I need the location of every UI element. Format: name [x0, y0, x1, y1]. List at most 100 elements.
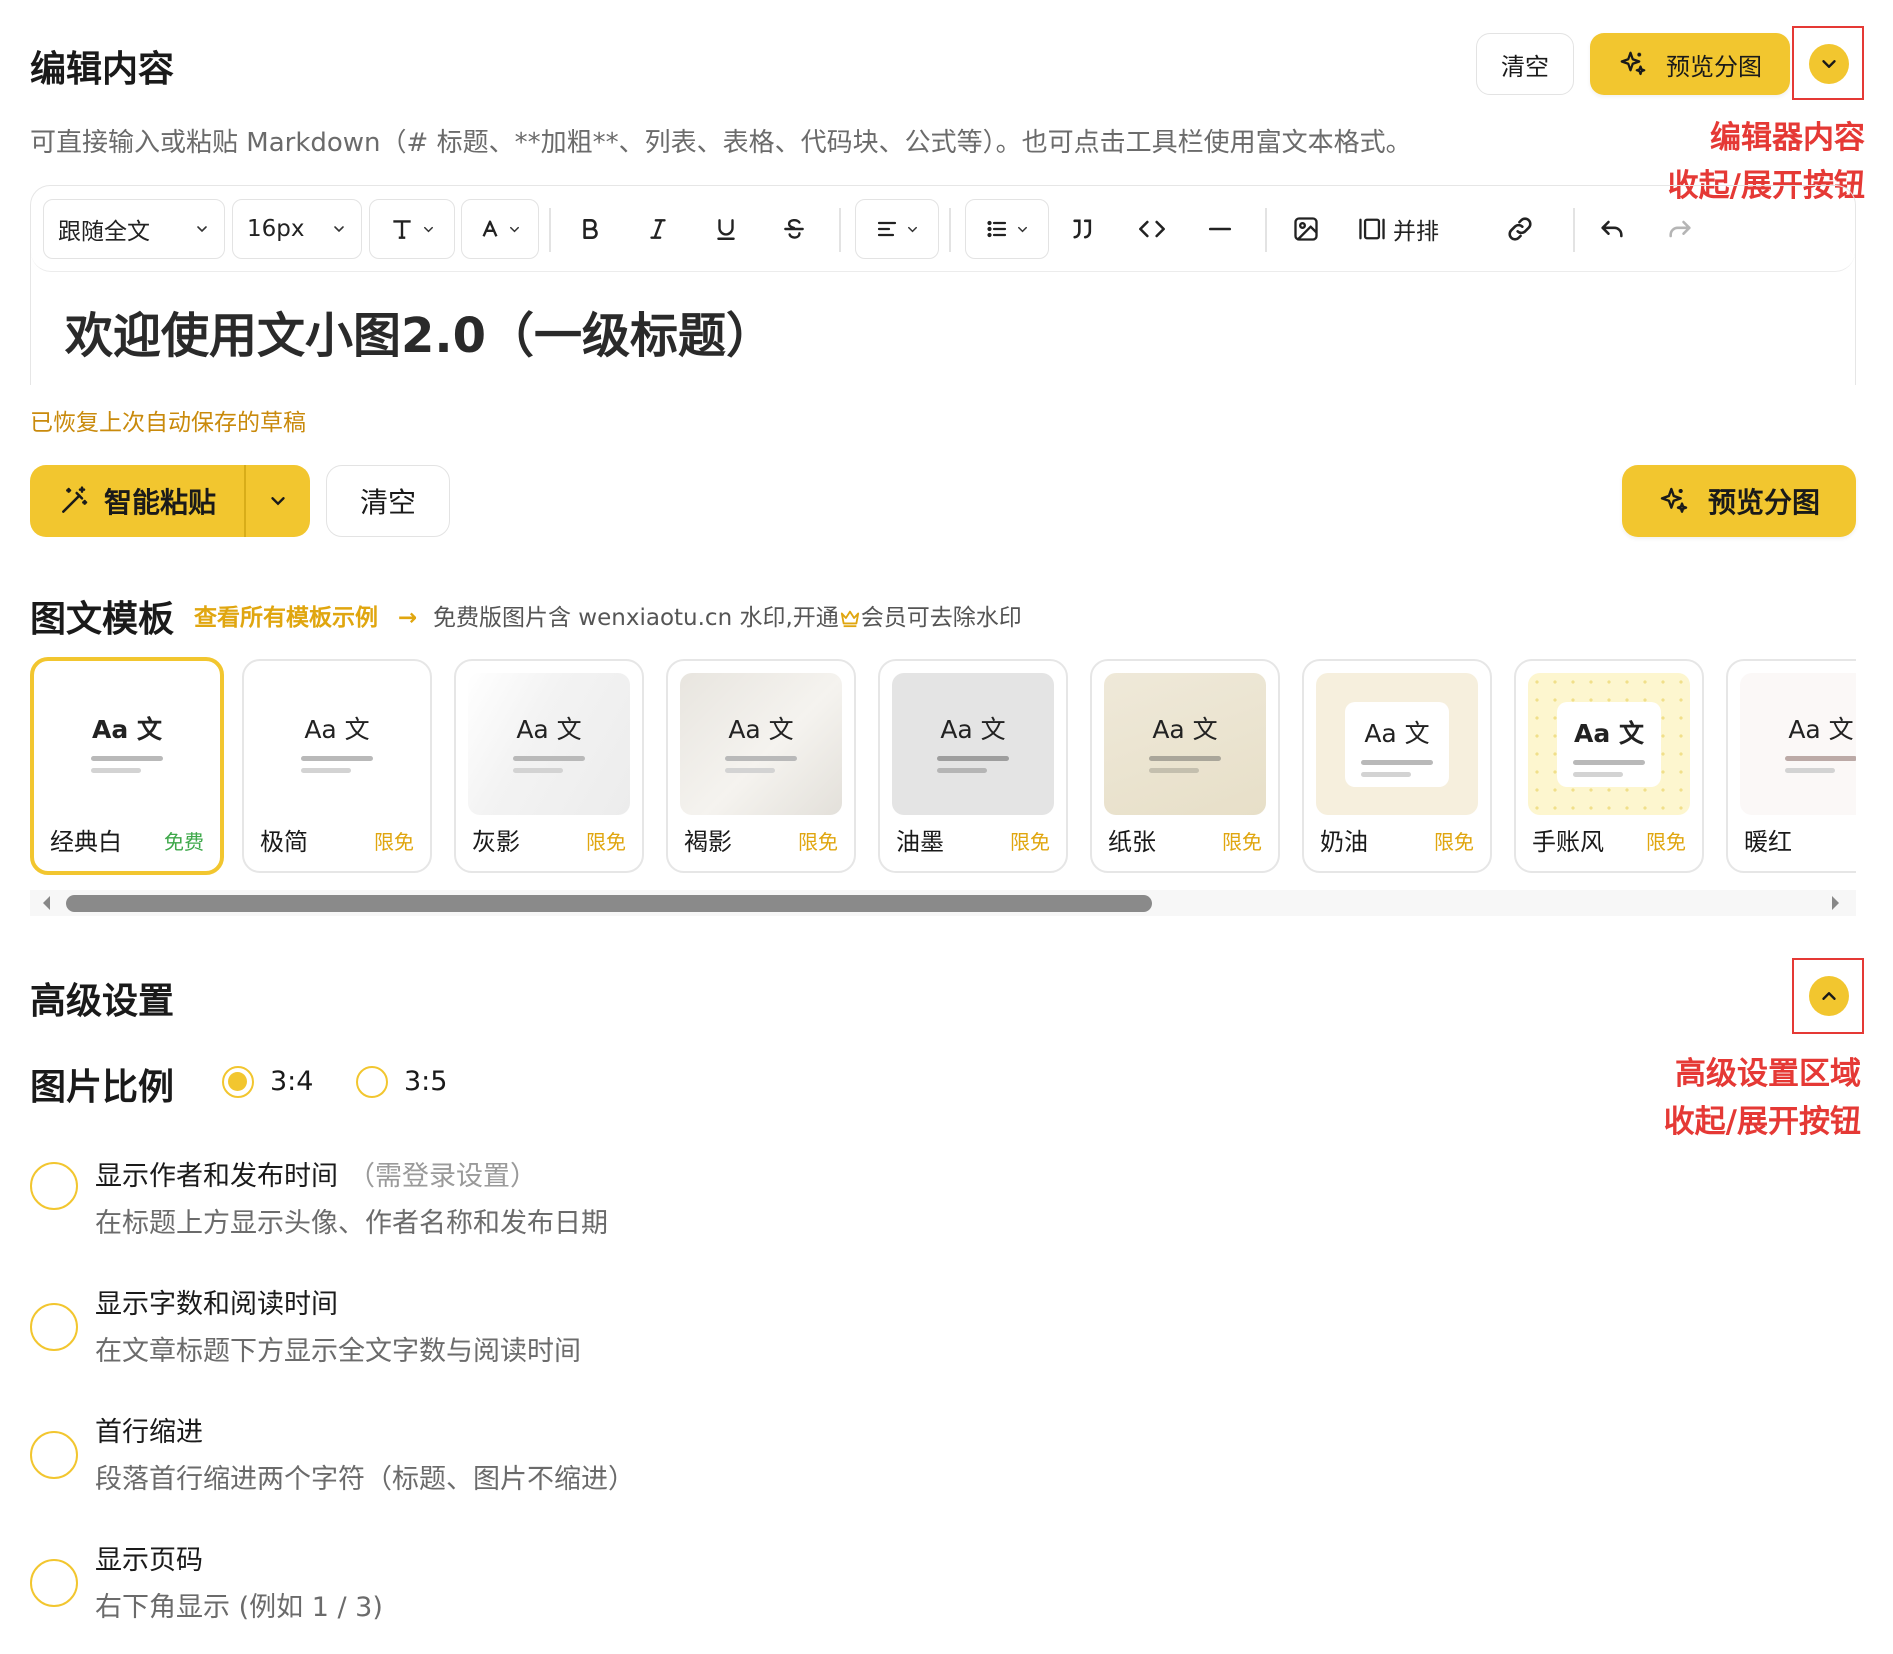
- template-card-warm-red[interactable]: Aa 文 暖红: [1726, 659, 1856, 873]
- template-thumbnail: Aa 文: [1740, 673, 1856, 815]
- template-card-paper[interactable]: Aa 文 纸张 限免: [1090, 659, 1280, 873]
- toggle-first-line-indent[interactable]: [30, 1431, 78, 1479]
- heading-icon: [389, 216, 415, 242]
- heading-select[interactable]: [369, 199, 455, 259]
- image-icon: [1292, 215, 1320, 243]
- option-description: 在标题上方显示头像、作者名称和发布日期: [95, 1208, 608, 1239]
- template-tag: 限免: [1434, 830, 1474, 854]
- template-card-ink[interactable]: Aa 文 油墨 限免: [878, 659, 1068, 873]
- font-size-value: 16px: [247, 216, 305, 242]
- ratio-option-3-4-label: 3:4: [270, 1066, 314, 1097]
- scroll-right-icon[interactable]: [1830, 894, 1842, 916]
- chevron-down-icon: [331, 221, 347, 237]
- list-select[interactable]: [965, 199, 1049, 259]
- preview-label: 预览分图: [1707, 486, 1820, 519]
- align-select[interactable]: [855, 199, 939, 259]
- template-tag: 限免: [1646, 830, 1686, 854]
- quote-button[interactable]: [1063, 208, 1105, 250]
- list-icon: [985, 217, 1009, 241]
- toggle-show-author[interactable]: [30, 1162, 78, 1210]
- watermark-note-prefix: 免费版图片含 wenxiaotu.cn 水印,开通: [433, 605, 839, 631]
- advanced-settings-title: 高级设置: [30, 981, 175, 1022]
- magic-wand-icon: [58, 485, 90, 517]
- link-icon: [1506, 215, 1534, 243]
- font-size-select[interactable]: 16px: [232, 199, 362, 259]
- redo-button[interactable]: [1659, 208, 1701, 250]
- login-required-note: （需登录设置）: [348, 1161, 537, 1192]
- code-button[interactable]: [1131, 208, 1173, 250]
- editor-content-heading[interactable]: 欢迎使用文小图2.0（一级标题）: [65, 296, 774, 366]
- template-tag: 限免: [586, 830, 626, 854]
- header-preview-label: 预览分图: [1666, 52, 1762, 81]
- view-all-templates-link[interactable]: 查看所有模板示例 →: [194, 598, 417, 632]
- italic-button[interactable]: [637, 208, 679, 250]
- thumbnail-text: Aa 文: [1152, 714, 1218, 744]
- redo-icon: [1666, 215, 1694, 243]
- thumbnail-text: Aa 文: [1788, 714, 1854, 744]
- link-button[interactable]: [1499, 208, 1541, 250]
- template-card-brown-shadow[interactable]: Aa 文 褐影 限免: [666, 659, 856, 873]
- template-card-cream[interactable]: Aa 文 奶油 限免: [1302, 659, 1492, 873]
- template-name: 手账风: [1532, 828, 1604, 856]
- header-preview-button[interactable]: 预览分图: [1590, 33, 1790, 95]
- template-name: 灰影: [472, 828, 520, 856]
- toggle-show-page-number[interactable]: [30, 1559, 78, 1607]
- scrollbar-thumb[interactable]: [66, 895, 1152, 912]
- underline-button[interactable]: [705, 208, 747, 250]
- scroll-left-icon[interactable]: [40, 894, 52, 916]
- quote-icon: [1070, 215, 1098, 243]
- option-title: 显示字数和阅读时间: [95, 1289, 338, 1320]
- smart-paste-button[interactable]: 智能粘贴: [30, 465, 246, 537]
- template-name: 纸张: [1108, 828, 1156, 856]
- side-by-side-button[interactable]: 并排: [1357, 208, 1487, 250]
- side-by-side-label: 并排: [1393, 219, 1439, 245]
- smart-paste-dropdown[interactable]: [246, 465, 310, 537]
- preview-button[interactable]: 预览分图: [1622, 465, 1856, 537]
- header-clear-button[interactable]: 清空: [1476, 33, 1574, 95]
- template-tag: 限免: [798, 830, 838, 854]
- ratio-option-3-5-label: 3:5: [404, 1066, 448, 1097]
- ratio-radio-3-4[interactable]: [222, 1066, 254, 1098]
- font-family-select[interactable]: 跟随全文: [43, 199, 225, 259]
- clear-button[interactable]: 清空: [326, 465, 450, 537]
- sparkle-icon: [1658, 485, 1690, 517]
- font-color-select[interactable]: [461, 199, 539, 259]
- thumbnail-text: Aa 文: [728, 714, 794, 744]
- page-title: 编辑内容: [30, 49, 175, 90]
- crown-icon: [839, 608, 861, 628]
- editor-collapse-toggle[interactable]: [1809, 44, 1849, 84]
- thumbnail-text: Aa 文: [1574, 718, 1644, 748]
- template-name: 极简: [260, 828, 308, 856]
- template-name: 暖红: [1744, 828, 1792, 856]
- toggle-show-word-count[interactable]: [30, 1303, 78, 1351]
- align-icon: [875, 217, 899, 241]
- template-card-minimal[interactable]: Aa 文 极简 限免: [242, 659, 432, 873]
- template-thumbnail: Aa 文: [680, 673, 842, 815]
- chevron-down-icon: [421, 222, 436, 237]
- strikethrough-button[interactable]: [773, 208, 815, 250]
- rich-text-editor: 跟随全文 16px 并排 欢迎使用文小图2.0（一级标题）: [30, 185, 1856, 385]
- template-thumbnail: Aa 文: [46, 673, 208, 815]
- template-name: 褐影: [684, 828, 732, 856]
- undo-button[interactable]: [1591, 208, 1633, 250]
- chevron-down-icon: [267, 490, 289, 512]
- bold-button[interactable]: [569, 208, 611, 250]
- thumbnail-text: Aa 文: [92, 714, 162, 744]
- advanced-collapse-toggle[interactable]: [1809, 976, 1849, 1016]
- divider-button[interactable]: [1199, 208, 1241, 250]
- template-tag: 限免: [1222, 830, 1262, 854]
- template-name: 奶油: [1320, 828, 1368, 856]
- font-color-icon: [479, 218, 501, 240]
- underline-icon: [713, 216, 739, 242]
- ratio-radio-3-5[interactable]: [356, 1066, 388, 1098]
- template-card-journal[interactable]: Aa 文 手账风 限免: [1514, 659, 1704, 873]
- image-button[interactable]: [1285, 208, 1327, 250]
- smart-paste-split-button: 智能粘贴: [30, 465, 310, 537]
- template-thumbnail: Aa 文: [1104, 673, 1266, 815]
- template-card-gray-shadow[interactable]: Aa 文 灰影 限免: [454, 659, 644, 873]
- template-card-classic-white[interactable]: Aa 文 经典白 免费: [30, 657, 224, 875]
- thumbnail-text: Aa 文: [516, 714, 582, 744]
- option-description: 右下角显示 (例如 1 / 3): [95, 1592, 383, 1623]
- editor-toolbar: 跟随全文 16px 并排: [31, 186, 1855, 272]
- thumbnail-text: Aa 文: [304, 714, 370, 744]
